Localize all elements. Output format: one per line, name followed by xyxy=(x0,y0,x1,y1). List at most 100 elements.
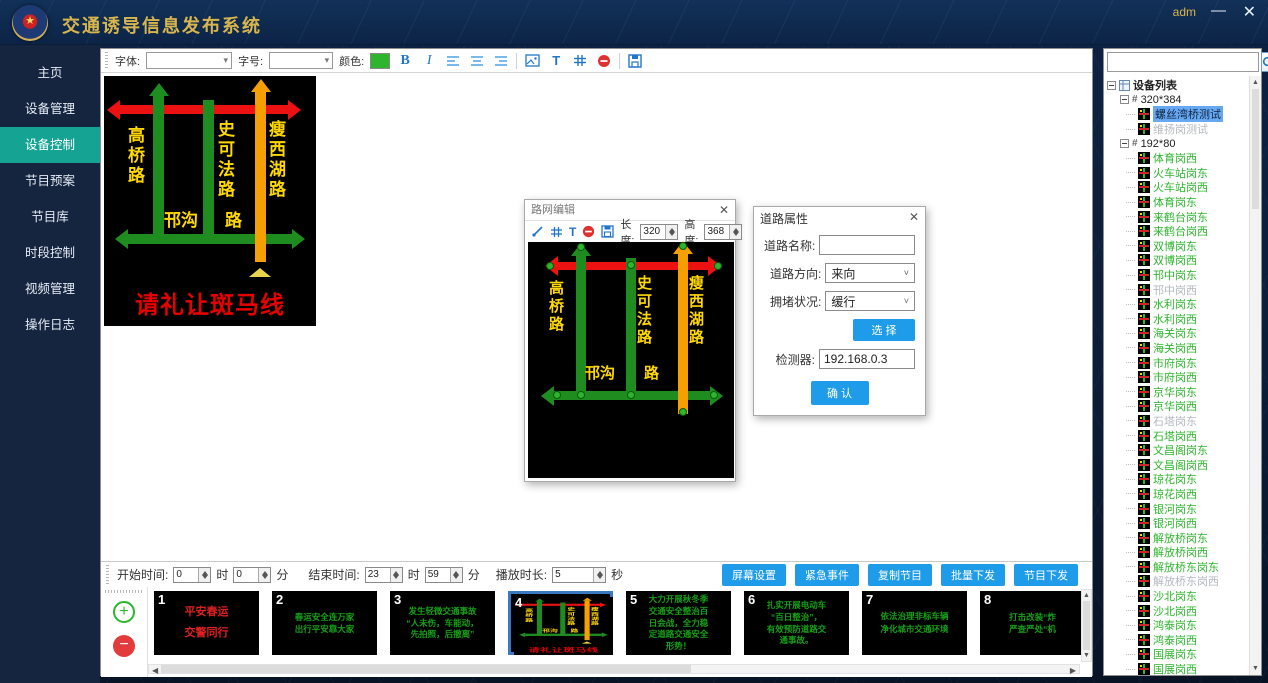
start-hour-spinner[interactable]: 0 xyxy=(173,567,211,583)
traffic-sign-canvas[interactable]: 高桥路 史可法路 瘦西湖路 邗沟 路 请礼让斑马线 xyxy=(514,597,613,655)
device-item[interactable]: 文昌阁岗西 xyxy=(1104,457,1249,472)
device-item[interactable]: 琼花岗东 xyxy=(1104,472,1249,487)
device-item[interactable]: 水利岗西 xyxy=(1104,312,1249,327)
remove-program-button[interactable]: − xyxy=(113,635,135,657)
spinner-arrows-icon[interactable] xyxy=(665,225,677,239)
spinner-arrows-icon[interactable] xyxy=(729,225,741,239)
add-program-button[interactable]: + xyxy=(113,601,135,623)
device-item[interactable]: 维扬岗测试 xyxy=(1104,122,1249,137)
duration-spinner[interactable]: 5 xyxy=(552,567,606,583)
congestion-select[interactable]: 缓行˅ xyxy=(825,291,915,311)
device-item[interactable]: 海关岗东 xyxy=(1104,326,1249,341)
traffic-sign-canvas[interactable]: 高桥路 史可法路 瘦西湖路 邗沟 路 请礼让斑马线 xyxy=(104,76,316,326)
length-value[interactable]: 320 xyxy=(641,225,665,239)
scroll-up-icon[interactable]: ▲ xyxy=(1252,79,1259,86)
sidebar-item-2[interactable]: 设备管理 xyxy=(0,91,100,127)
align-right-button[interactable] xyxy=(492,52,510,70)
device-item[interactable]: 火车站岗东 xyxy=(1104,166,1249,181)
sidebar-item-6[interactable]: 时段控制 xyxy=(0,235,100,271)
device-item[interactable]: 市府岗西 xyxy=(1104,370,1249,385)
end-hour-spinner[interactable]: 23 xyxy=(365,567,403,583)
delete-tool-button[interactable] xyxy=(582,223,595,241)
tree-scrollbar-thumb[interactable] xyxy=(1252,89,1259,209)
device-item[interactable]: 银河岗东 xyxy=(1104,501,1249,516)
sidebar-item-7[interactable]: 视频管理 xyxy=(0,271,100,307)
minimize-button[interactable]: — xyxy=(1211,2,1226,19)
spinner-arrows-icon[interactable] xyxy=(198,568,210,582)
dialog-close-icon[interactable]: ✕ xyxy=(909,207,919,227)
toolbar-grip[interactable] xyxy=(105,52,108,69)
playlist-vscrollbar[interactable]: ▲ ▼ xyxy=(1081,589,1092,662)
close-button[interactable]: ✕ xyxy=(1243,2,1256,22)
program-thumbnail-1[interactable]: 1平安春运交警同行 xyxy=(154,591,259,655)
road-node-dot[interactable] xyxy=(546,262,554,270)
tree-group-192*80[interactable]: #192*80 xyxy=(1104,136,1249,151)
program-thumbnail-6[interactable]: 6扎实开展电动车“百日整治”，有效预防道路交通事故。 xyxy=(744,591,849,655)
spinner-arrows-icon[interactable] xyxy=(450,568,462,582)
device-item[interactable]: 水利岗东 xyxy=(1104,297,1249,312)
playlist-grip[interactable] xyxy=(105,590,143,593)
schedule-button-1[interactable]: 屏幕设置 xyxy=(722,564,786,586)
playlist-hscrollbar[interactable]: ◀ ▶ xyxy=(148,664,1080,674)
schedule-button-2[interactable]: 紧急事件 xyxy=(795,564,859,586)
sidebar-item-3[interactable]: 设备控制 xyxy=(0,127,100,163)
device-item[interactable]: 沙北岗西 xyxy=(1104,603,1249,618)
start-hour-value[interactable]: 0 xyxy=(174,568,198,582)
road-node-dot[interactable] xyxy=(714,262,722,270)
start-minute-value[interactable]: 0 xyxy=(234,568,258,582)
device-item[interactable]: 火车站岗西 xyxy=(1104,180,1249,195)
road-node-dot[interactable] xyxy=(577,391,585,399)
dialog-close-icon[interactable]: ✕ xyxy=(719,200,729,220)
road-editor-canvas[interactable]: 高桥路 史可法路 瘦西湖路 邗沟 路 xyxy=(528,242,734,478)
schedule-button-3[interactable]: 复制节目 xyxy=(868,564,932,586)
height-value[interactable]: 368 xyxy=(705,225,729,239)
program-thumbnail-3[interactable]: 3发生轻微交通事故“人未伤，车能动，先拍照，后撤离” xyxy=(390,591,495,655)
device-item[interactable]: 银河岗西 xyxy=(1104,516,1249,531)
scroll-down-icon[interactable]: ▼ xyxy=(1252,665,1259,672)
size-select[interactable]: ▾ xyxy=(269,52,333,69)
device-item[interactable]: 解放桥岗东 xyxy=(1104,530,1249,545)
schedule-button-5[interactable]: 节目下发 xyxy=(1014,564,1078,586)
duration-value[interactable]: 5 xyxy=(553,568,593,582)
delete-button[interactable] xyxy=(595,52,613,70)
save-button[interactable] xyxy=(626,52,644,70)
align-center-button[interactable] xyxy=(468,52,486,70)
device-item[interactable]: 来鹤台岗东 xyxy=(1104,209,1249,224)
device-item[interactable]: 螺丝湾桥测试 xyxy=(1104,107,1249,122)
road-node-dot[interactable] xyxy=(679,242,687,250)
end-minute-value[interactable]: 59 xyxy=(426,568,450,582)
italic-button[interactable]: I xyxy=(420,52,438,70)
tree-root[interactable]: 设备列表 xyxy=(1104,78,1249,93)
spinner-arrows-icon[interactable] xyxy=(258,568,270,582)
sidebar-item-1[interactable]: 主页 xyxy=(0,55,100,91)
device-item[interactable]: 京华岗西 xyxy=(1104,399,1249,414)
device-item[interactable]: 琼花岗西 xyxy=(1104,487,1249,502)
select-detector-button[interactable]: 选 择 xyxy=(853,319,915,341)
device-item[interactable]: 国展岗东 xyxy=(1104,647,1249,662)
spinner-arrows-icon[interactable] xyxy=(390,568,402,582)
edit-canvas[interactable]: 高桥路 史可法路 瘦西湖路 邗沟 路 请礼让斑马线 路网编辑 ✕ T xyxy=(101,73,1092,561)
scroll-right-icon[interactable]: ▶ xyxy=(1070,666,1076,675)
device-item[interactable]: 鸿泰岗西 xyxy=(1104,633,1249,648)
schedule-button-4[interactable]: 批量下发 xyxy=(941,564,1005,586)
device-item[interactable]: 邗中岗西 xyxy=(1104,282,1249,297)
device-item[interactable]: 石塔岗西 xyxy=(1104,428,1249,443)
program-thumbnail-8[interactable]: 8打击改装“炸严查严处“机 xyxy=(980,591,1085,655)
device-item[interactable]: 解放桥东岗西 xyxy=(1104,574,1249,589)
color-swatch[interactable] xyxy=(370,53,390,69)
tree-group-320*384[interactable]: #320*384 xyxy=(1104,93,1249,108)
insert-text-button[interactable]: T xyxy=(547,52,565,70)
hscrollbar-thumb[interactable] xyxy=(161,665,691,673)
schedule-grip[interactable] xyxy=(106,565,109,584)
road-node-dot[interactable] xyxy=(627,261,635,269)
device-item[interactable]: 海关岗西 xyxy=(1104,341,1249,356)
bold-button[interactable]: B xyxy=(396,52,414,70)
road-node-dot[interactable] xyxy=(627,391,635,399)
device-item[interactable]: 体育岗东 xyxy=(1104,195,1249,210)
road-tool-button[interactable] xyxy=(550,223,563,241)
device-item[interactable]: 京华岗东 xyxy=(1104,384,1249,399)
sidebar-item-5[interactable]: 节目库 xyxy=(0,199,100,235)
tree-expander-icon[interactable] xyxy=(1120,95,1129,104)
end-minute-spinner[interactable]: 59 xyxy=(425,567,463,583)
road-direction-select[interactable]: 来向˅ xyxy=(825,263,915,283)
